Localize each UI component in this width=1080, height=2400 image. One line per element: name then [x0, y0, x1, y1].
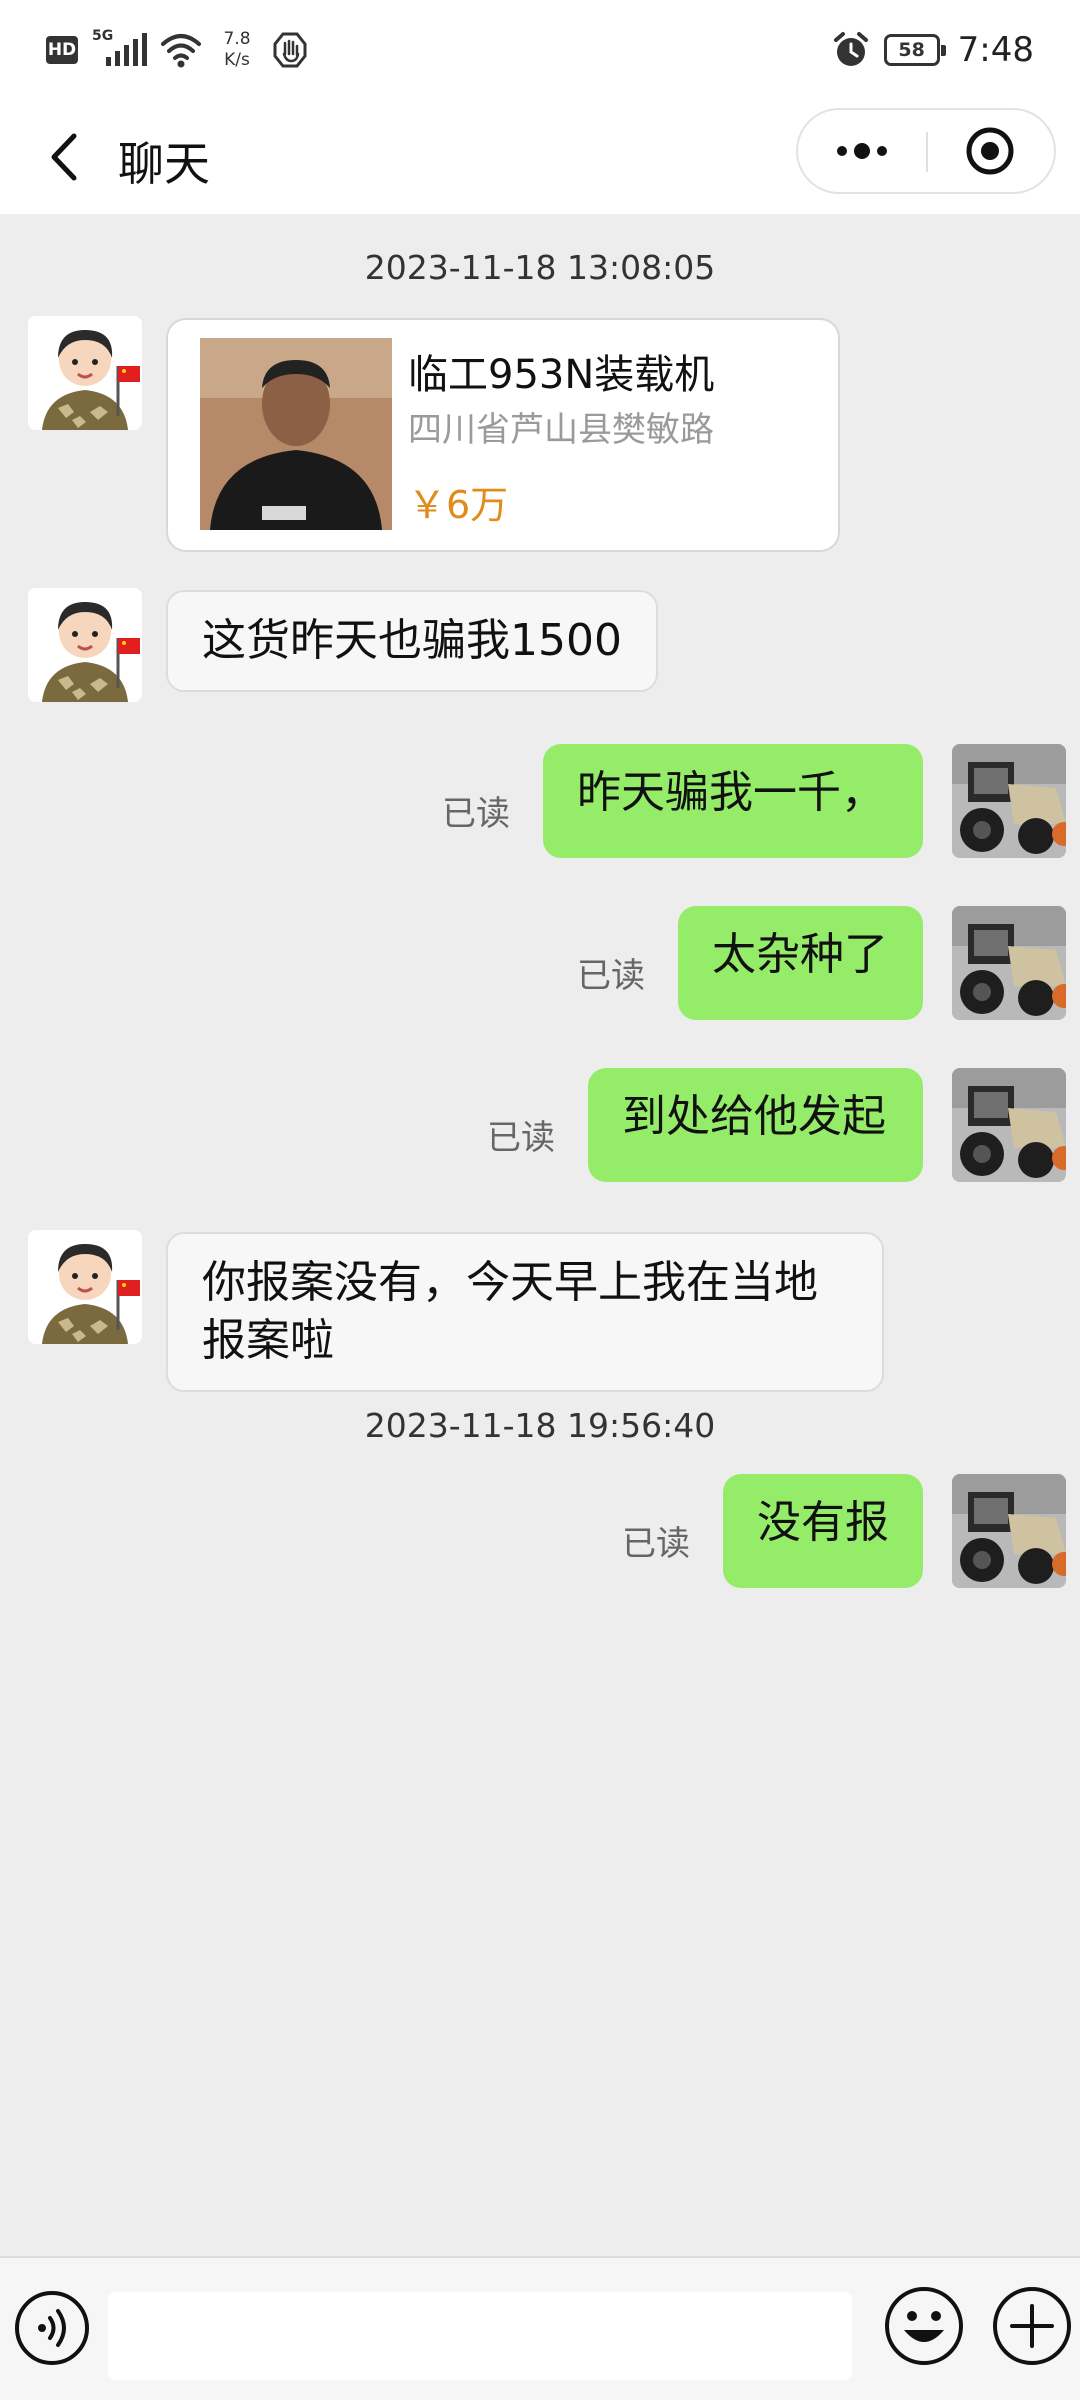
product-price: ￥6万: [408, 483, 509, 527]
incoming-message-bubble[interactable]: 这货昨天也骗我1500: [166, 590, 658, 692]
alarm-clock-icon: [833, 32, 868, 66]
net-speed-value: 7.8: [223, 29, 251, 49]
target-circle-icon: [966, 127, 1014, 175]
voice-icon[interactable]: [12, 2288, 92, 2368]
hand-shield-icon: [273, 32, 307, 68]
cellular-signal-icon: 5G: [92, 28, 147, 70]
message-timestamp: 2023-11-18 19:56:40: [364, 1406, 716, 1445]
page-title: 聊天: [118, 137, 210, 191]
read-receipt: 已读: [442, 794, 510, 834]
contact-avatar[interactable]: [28, 1230, 142, 1344]
net-speed: 7.8 K/s: [216, 29, 258, 71]
status-bar: HD 5G 7.8 K/s 58 7:48: [0, 0, 1080, 100]
my-avatar[interactable]: [952, 1068, 1066, 1182]
read-receipt: 已读: [622, 1524, 690, 1564]
message-timestamp: 2023-11-18 13:08:05: [364, 248, 716, 287]
emoji-icon[interactable]: [882, 2284, 966, 2368]
contact-avatar[interactable]: [28, 588, 142, 702]
wifi-icon: [161, 34, 201, 68]
cartoon-soldier-avatar-icon: [28, 316, 142, 430]
message-input-bar: [0, 2256, 1080, 2400]
clock-time: 7:48: [957, 30, 1034, 70]
more-dots-icon: [837, 143, 887, 159]
back-button[interactable]: [30, 122, 100, 192]
close-mini-program-button[interactable]: [926, 110, 1054, 192]
hd-voice-icon: HD: [46, 36, 78, 64]
app-header: 聊天: [0, 100, 1080, 214]
cartoon-soldier-avatar-icon: [28, 588, 142, 702]
plus-circle-icon[interactable]: [990, 2284, 1074, 2368]
product-image: [200, 338, 392, 530]
chevron-left-icon: [51, 133, 77, 181]
product-card[interactable]: 临工953N装载机 四川省芦山县樊敏路 ￥6万: [166, 318, 840, 552]
message-line: 报案啦: [202, 1315, 334, 1366]
message-line: 你报案没有，今天早上我在当地: [202, 1257, 818, 1308]
incoming-message-bubble[interactable]: 你报案没有，今天早上我在当地 报案啦: [166, 1232, 884, 1392]
wheel-loader-avatar-icon: [952, 906, 1066, 1020]
outgoing-message-bubble[interactable]: 没有报: [723, 1474, 923, 1588]
message-input[interactable]: [108, 2292, 852, 2380]
my-avatar[interactable]: [952, 1474, 1066, 1588]
outgoing-message-bubble[interactable]: 昨天骗我一千，: [543, 744, 923, 858]
read-receipt: 已读: [487, 1118, 555, 1158]
net-speed-unit: K/s: [224, 50, 250, 70]
product-title: 临工953N装载机: [408, 352, 715, 398]
wheel-loader-avatar-icon: [952, 1474, 1066, 1588]
mini-program-capsule: [796, 108, 1056, 194]
outgoing-message-bubble[interactable]: 太杂种了: [678, 906, 923, 1020]
battery-icon: 58: [883, 34, 946, 66]
contact-avatar[interactable]: [28, 316, 142, 430]
more-button[interactable]: [798, 110, 926, 192]
wheel-loader-avatar-icon: [952, 1068, 1066, 1182]
read-receipt: 已读: [577, 956, 645, 996]
wheel-loader-avatar-icon: [952, 744, 1066, 858]
my-avatar[interactable]: [952, 744, 1066, 858]
outgoing-message-bubble[interactable]: 到处给他发起: [588, 1068, 923, 1182]
cartoon-soldier-avatar-icon: [28, 1230, 142, 1344]
product-location: 四川省芦山县樊敏路: [408, 410, 714, 450]
chat-message-list[interactable]: 2023-11-18 13:08:05 临工953N装载机 四川省芦山县樊敏路 …: [0, 214, 1080, 2256]
my-avatar[interactable]: [952, 906, 1066, 1020]
